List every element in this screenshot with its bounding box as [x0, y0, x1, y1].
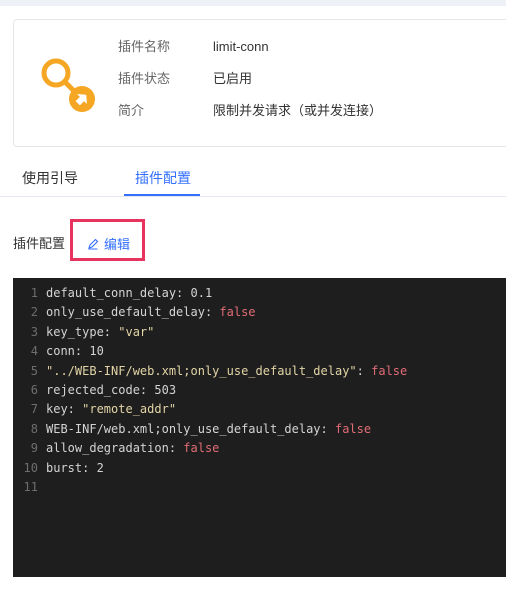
- code-text: WEB-INF/web.xml;only_use_default_delay: …: [46, 420, 371, 439]
- line-number: 6: [30, 382, 38, 397]
- code-token: false: [219, 305, 256, 320]
- tab-bar: 使用引导 插件配置: [0, 162, 506, 197]
- code-token: burst: 2: [46, 460, 104, 475]
- code-token: key:: [46, 402, 83, 417]
- edit-button-label: 编辑: [104, 237, 131, 252]
- plugin-status-value: 已启用: [213, 71, 253, 86]
- plugin-name-row: 插件名称 limit-conn: [118, 38, 269, 56]
- code-token: "var": [118, 324, 155, 339]
- code-text: conn: 10: [46, 342, 104, 361]
- tab-plugin-config[interactable]: 插件配置: [135, 168, 191, 188]
- line-number: 7: [30, 402, 38, 417]
- code-token: conn: 10: [46, 344, 104, 359]
- code-token: only_use_default_delay:: [46, 305, 220, 320]
- plugin-status-label: 插件状态: [118, 71, 171, 86]
- code-line: 10 burst: 2: [13, 459, 506, 478]
- key-plug-icon: [41, 58, 95, 112]
- code-text: rejected_code: 503: [46, 381, 176, 400]
- code-editor[interactable]: 1 default_conn_delay: 0.1 2 only_use_defaul…: [13, 278, 506, 577]
- code-text: only_use_default_delay: false: [46, 303, 256, 322]
- code-token: key_type:: [46, 324, 119, 339]
- code-line: 7 key: "remote_addr": [13, 400, 506, 419]
- code-token: false: [183, 441, 220, 456]
- plugin-desc-value: 限制并发请求（或并发连接）: [213, 103, 383, 118]
- code-token: default_conn_delay: 0.1: [46, 286, 213, 300]
- code-line: 2 only_use_default_delay: false: [13, 303, 506, 322]
- plugin-status-row: 插件状态 已启用: [118, 70, 252, 88]
- edit-button[interactable]: 编辑: [70, 219, 145, 261]
- code-token: rejected_code: 503: [46, 382, 177, 397]
- code-text: key_type: "var": [46, 323, 154, 342]
- plugin-desc-row: 简介 限制并发请求（或并发连接）: [118, 102, 382, 120]
- code-line: 8 WEB-INF/web.xml;only_use_default_delay:…: [13, 420, 506, 439]
- line-number: 5: [30, 363, 38, 378]
- code-token: false: [334, 421, 372, 436]
- code-text: default_conn_delay: 0.1: [46, 284, 212, 303]
- line-number: 2: [30, 305, 38, 320]
- code-text: burst: 2: [46, 459, 104, 478]
- line-number: 4: [30, 344, 38, 359]
- plugin-name-label: 插件名称: [118, 39, 171, 54]
- line-number: 10: [23, 460, 38, 475]
- line-number: 8: [30, 421, 38, 436]
- code-token: WEB-INF/web.xml;only_use_default_delay:: [46, 421, 335, 436]
- active-tab-indicator: [124, 194, 200, 196]
- code-text: key: "remote_addr": [46, 400, 176, 419]
- plugin-info-card: 插件名称 limit-conn 插件状态 已启用 简介 限制并发请求（或并发连接…: [13, 19, 506, 147]
- plugin-desc-label: 简介: [118, 103, 145, 118]
- code-text: allow_degradation: false: [46, 439, 219, 458]
- code-token: false: [371, 363, 408, 378]
- code-line: 5 "../WEB-INF/web.xml;only_use_default_de…: [13, 362, 506, 381]
- line-number: 1: [30, 286, 38, 300]
- pencil-icon: [88, 238, 99, 249]
- config-section-title: 插件配置: [13, 236, 66, 251]
- code-line: 4 conn: 10: [13, 342, 506, 361]
- code-line: 6 rejected_code: 503: [13, 381, 506, 400]
- tab-usage-guide[interactable]: 使用引导: [22, 168, 78, 188]
- plugin-name-value: limit-conn: [213, 39, 269, 54]
- code-token: "../WEB-INF/web.xml;only_use_default_del…: [46, 363, 357, 378]
- line-number: 11: [23, 479, 38, 494]
- top-divider: [0, 0, 506, 6]
- code-token: "remote_addr": [82, 402, 177, 417]
- code-token: allow_degradation:: [46, 441, 184, 456]
- line-number: 9: [30, 441, 38, 456]
- code-line: 3 key_type: "var": [13, 323, 506, 342]
- edit-button-content[interactable]: 编辑: [87, 234, 130, 253]
- code-line: 9 allow_degradation: false: [13, 439, 506, 458]
- code-line: 11: [13, 478, 506, 497]
- code-text: "../WEB-INF/web.xml;only_use_default_del…: [46, 362, 407, 381]
- line-number: 3: [30, 324, 38, 339]
- code-token: :: [356, 363, 372, 378]
- code-line: 1 default_conn_delay: 0.1: [13, 284, 506, 303]
